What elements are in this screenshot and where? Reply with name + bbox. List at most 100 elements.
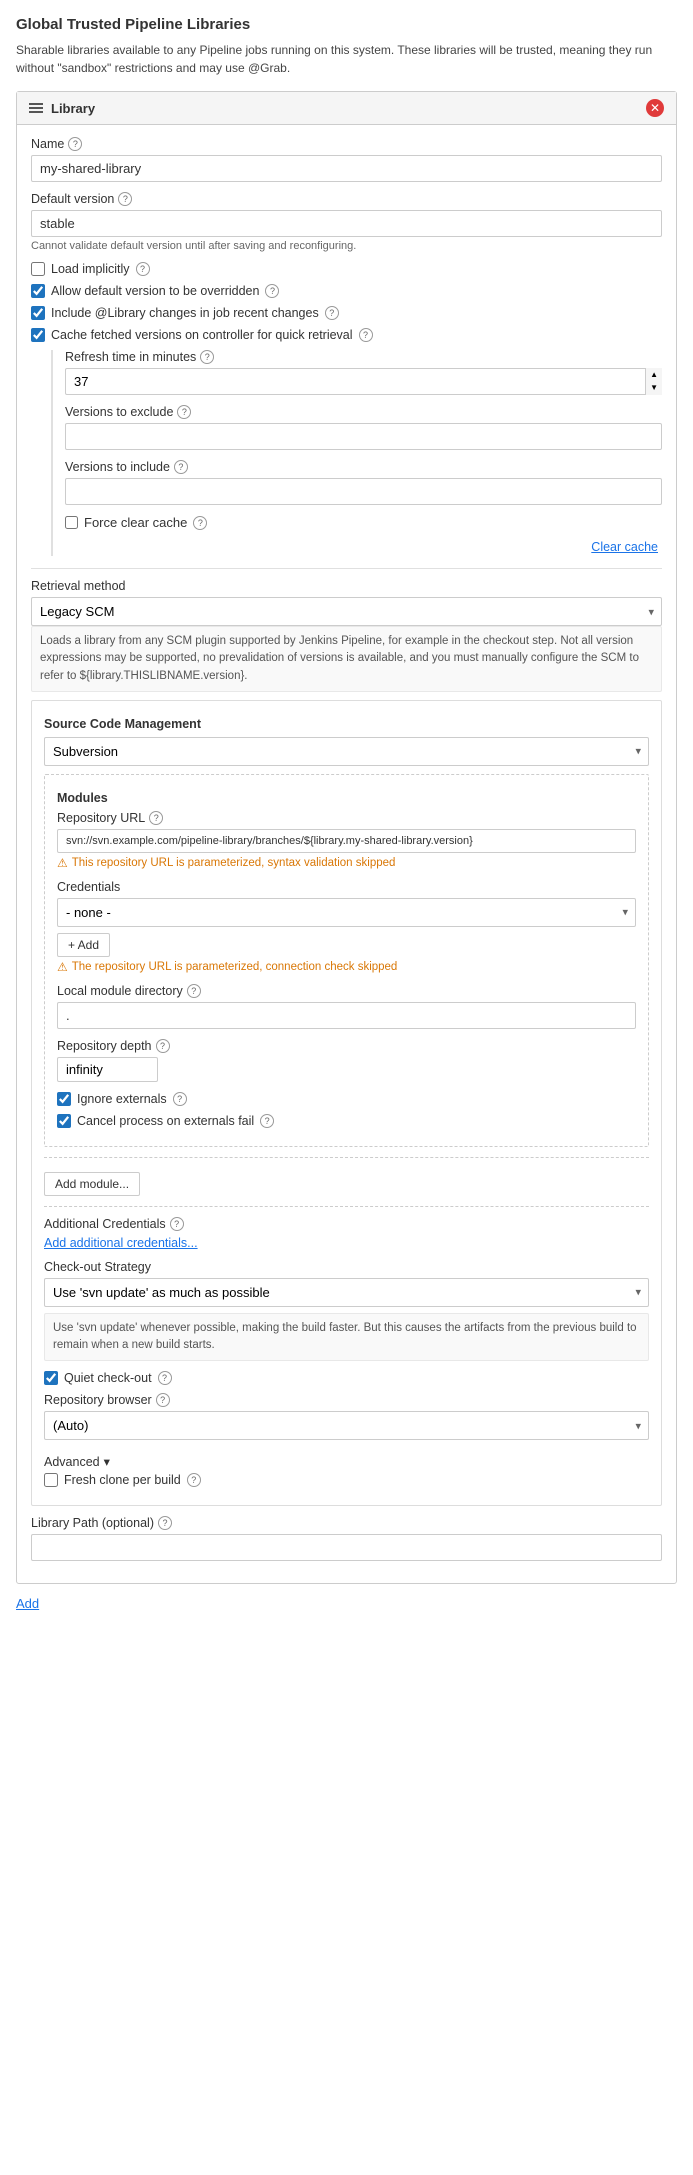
repo-browser-select[interactable]: (Auto)	[44, 1411, 649, 1440]
repo-depth-select-wrap: infinity empty files immediates ▾	[57, 1057, 636, 1082]
modules-label: Modules	[57, 791, 636, 805]
fresh-clone-help-icon[interactable]: ?	[187, 1473, 201, 1487]
checkout-strategy-description: Use 'svn update' whenever possible, maki…	[44, 1313, 649, 1362]
name-label: Name ?	[31, 137, 662, 151]
cache-options-section: Refresh time in minutes ? ▲ ▼ Versions t…	[51, 350, 662, 556]
local-module-dir-label: Local module directory ?	[57, 984, 636, 998]
default-version-field-row: Default version ? Cannot validate defaul…	[31, 192, 662, 252]
force-clear-checkbox[interactable]	[65, 516, 78, 529]
advanced-chevron-icon: ▾	[104, 1454, 110, 1469]
versions-include-row: Versions to include ?	[65, 460, 662, 505]
allow-default-row: Allow default version to be overridden ?	[31, 284, 662, 298]
repo-url-help-icon[interactable]: ?	[149, 811, 163, 825]
refresh-time-input[interactable]	[65, 368, 662, 395]
repo-depth-label: Repository depth ?	[57, 1039, 636, 1053]
versions-exclude-label: Versions to exclude ?	[65, 405, 662, 419]
versions-include-input[interactable]	[65, 478, 662, 505]
local-module-dir-row: Local module directory ?	[57, 984, 636, 1029]
cancel-process-label: Cancel process on externals fail	[77, 1114, 254, 1128]
modules-section: Modules Repository URL ? ⚠ This reposito…	[44, 774, 649, 1147]
cache-fetched-checkbox[interactable]	[31, 328, 45, 342]
close-library-button[interactable]: ✕	[646, 99, 664, 117]
include-library-checkbox[interactable]	[31, 306, 45, 320]
spinner-down[interactable]: ▼	[646, 382, 662, 396]
local-module-dir-help-icon[interactable]: ?	[187, 984, 201, 998]
cancel-process-help-icon[interactable]: ?	[260, 1114, 274, 1128]
load-implicitly-row: Load implicitly ?	[31, 262, 662, 276]
force-clear-row: Force clear cache ?	[65, 515, 662, 530]
quiet-checkout-help-icon[interactable]: ?	[158, 1371, 172, 1385]
versions-exclude-row: Versions to exclude ?	[65, 405, 662, 450]
additional-credentials-label: Additional Credentials ?	[44, 1217, 649, 1231]
validation-note: Cannot validate default version until af…	[31, 240, 662, 252]
repo-url-input[interactable]	[57, 829, 636, 853]
credentials-label: Credentials	[57, 880, 636, 894]
allow-default-help-icon[interactable]: ?	[265, 284, 279, 298]
repo-browser-label: Repository browser ?	[44, 1393, 649, 1407]
credentials-select[interactable]: - none -	[57, 898, 636, 927]
spinner-buttons: ▲ ▼	[645, 368, 662, 395]
versions-exclude-help-icon[interactable]: ?	[177, 405, 191, 419]
quiet-checkout-checkbox[interactable]	[44, 1371, 58, 1385]
clear-cache-button[interactable]: Clear cache	[587, 538, 662, 556]
fresh-clone-checkbox[interactable]	[44, 1473, 58, 1487]
cache-fetched-row: Cache fetched versions on controller for…	[31, 328, 662, 342]
library-card-title: Library	[51, 101, 95, 116]
add-additional-credentials-button[interactable]: Add additional credentials...	[44, 1236, 198, 1250]
cancel-process-row: Cancel process on externals fail ?	[57, 1114, 636, 1128]
bottom-add-button[interactable]: Add	[16, 1596, 677, 1611]
additional-credentials-help-icon[interactable]: ?	[170, 1217, 184, 1231]
local-module-dir-input[interactable]	[57, 1002, 636, 1029]
refresh-time-label: Refresh time in minutes ?	[65, 350, 662, 364]
ignore-externals-label: Ignore externals	[77, 1092, 167, 1106]
force-clear-help-icon[interactable]: ?	[193, 516, 207, 530]
default-version-input[interactable]	[31, 210, 662, 237]
scm-select[interactable]: Subversion	[44, 737, 649, 766]
default-version-help-icon[interactable]: ?	[118, 192, 132, 206]
quiet-checkout-label: Quiet check-out	[64, 1371, 152, 1385]
credentials-add-button[interactable]: + Add	[57, 933, 110, 957]
fresh-clone-row: Fresh clone per build ?	[44, 1473, 649, 1487]
repo-url-warn-icon: ⚠	[57, 856, 68, 870]
force-clear-label: Force clear cache	[84, 515, 187, 530]
spinner-up[interactable]: ▲	[646, 368, 662, 382]
retrieval-method-select[interactable]: Legacy SCM	[31, 597, 662, 626]
credentials-warning: ⚠ The repository URL is parameterized, c…	[57, 960, 636, 974]
name-input[interactable]	[31, 155, 662, 182]
include-library-row: Include @Library changes in job recent c…	[31, 306, 662, 320]
versions-include-help-icon[interactable]: ?	[174, 460, 188, 474]
checkout-strategy-select[interactable]: Use 'svn update' as much as possible	[44, 1278, 649, 1307]
retrieval-description: Loads a library from any SCM plugin supp…	[31, 626, 662, 692]
name-help-icon[interactable]: ?	[68, 137, 82, 151]
ignore-externals-help-icon[interactable]: ?	[173, 1092, 187, 1106]
advanced-label: Advanced	[44, 1455, 100, 1469]
add-module-button[interactable]: Add module...	[44, 1172, 140, 1196]
refresh-time-help-icon[interactable]: ?	[200, 350, 214, 364]
cache-fetched-help-icon[interactable]: ?	[359, 328, 373, 342]
refresh-time-input-wrap: ▲ ▼	[65, 368, 662, 395]
page-title: Global Trusted Pipeline Libraries	[16, 16, 677, 33]
repo-depth-help-icon[interactable]: ?	[156, 1039, 170, 1053]
load-implicitly-label: Load implicitly	[51, 262, 130, 276]
versions-exclude-input[interactable]	[65, 423, 662, 450]
default-version-label: Default version ?	[31, 192, 662, 206]
repo-browser-help-icon[interactable]: ?	[156, 1393, 170, 1407]
ignore-externals-checkbox[interactable]	[57, 1092, 71, 1106]
repo-depth-row: Repository depth ? infinity empty files …	[57, 1039, 636, 1082]
allow-default-checkbox[interactable]	[31, 284, 45, 298]
refresh-time-row: Refresh time in minutes ? ▲ ▼	[65, 350, 662, 395]
checkout-strategy-row: Check-out Strategy Use 'svn update' as m…	[44, 1260, 649, 1362]
library-path-help-icon[interactable]: ?	[158, 1516, 172, 1530]
include-library-label: Include @Library changes in job recent c…	[51, 306, 319, 320]
advanced-toggle-button[interactable]: Advanced ▾	[44, 1450, 110, 1473]
load-implicitly-help-icon[interactable]: ?	[136, 262, 150, 276]
repo-url-label: Repository URL ?	[57, 811, 636, 825]
repo-depth-select[interactable]: infinity empty files immediates	[57, 1057, 158, 1082]
cancel-process-checkbox[interactable]	[57, 1114, 71, 1128]
include-library-help-icon[interactable]: ?	[325, 306, 339, 320]
repo-browser-row: Repository browser ? (Auto) ▾	[44, 1393, 649, 1440]
library-path-input[interactable]	[31, 1534, 662, 1561]
load-implicitly-checkbox[interactable]	[31, 262, 45, 276]
library-card: Library ✕ Name ? Default version ? Canno…	[16, 91, 677, 1584]
library-path-row: Library Path (optional) ?	[31, 1516, 662, 1561]
